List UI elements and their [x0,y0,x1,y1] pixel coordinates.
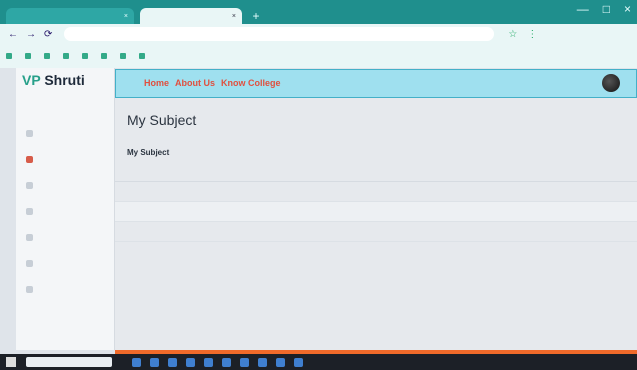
app-icon[interactable] [150,357,159,367]
bookmark-icon [82,53,88,59]
section-title: My Subject [127,148,170,157]
bookmark[interactable] [82,53,91,59]
app-icon[interactable] [276,357,285,367]
app-icon[interactable] [204,357,213,367]
menu-icon [26,259,33,267]
app-icon[interactable] [132,357,141,367]
app-icon[interactable] [168,357,177,367]
top-nav-links: Home About Us Know College [144,78,281,88]
sidebar-item-6[interactable] [26,250,106,276]
app-icon[interactable] [294,357,303,367]
table-row [115,222,637,242]
browser-tabs: × × + [0,0,637,24]
menu-icon[interactable]: ⋮ [527,29,537,40]
windows-start-icon[interactable] [6,357,16,367]
bookmark[interactable] [139,53,148,59]
minimize-button[interactable]: — [577,2,589,16]
bookmark-icon [120,53,126,59]
main-content: My Subject My Subject [115,98,637,350]
menu-icon [26,181,33,189]
brand-vp: VP [22,72,41,88]
page-title: My Subject [127,112,197,128]
browser-tab-1[interactable]: × [6,8,134,24]
top-navigation-bar: Home About Us Know College [115,69,637,98]
window-controls: — □ × [577,2,631,16]
nav-link-home[interactable]: Home [144,78,169,88]
app-icon[interactable] [222,357,231,367]
sidebar-item-5[interactable] [26,224,106,250]
bookmark[interactable] [6,53,15,59]
taskbar [0,354,637,370]
app-icon[interactable] [258,357,267,367]
table-row [115,202,637,222]
sidebar-item-4[interactable] [26,198,106,224]
close-tab-icon[interactable]: × [116,13,128,20]
browser-tools: ☆ ⋮ [508,29,537,40]
bookmark[interactable] [63,53,72,59]
menu-icon [26,155,33,163]
bookmark[interactable] [101,53,110,59]
bookmark[interactable] [120,53,129,59]
sidebar-item-3[interactable] [26,172,106,198]
menu-icon [26,129,33,137]
user-profile[interactable] [602,74,626,92]
table-row [115,182,637,202]
bookmark-icon [6,53,12,59]
menu-icon [26,233,33,241]
close-window-button[interactable]: × [624,2,631,16]
forward-button[interactable]: → [26,29,36,40]
sidebar-item-7[interactable] [26,276,106,302]
avatar[interactable] [602,74,620,92]
table-header [115,162,637,182]
bookmark-icon [101,53,107,59]
menu-icon [26,285,33,293]
bookmark-icon [25,53,31,59]
brand-logo[interactable]: VP Shruti [22,72,85,88]
bookmark-star-icon[interactable]: ☆ [508,29,517,40]
reload-button[interactable]: ⟳ [44,29,52,40]
bookmark[interactable] [44,53,53,59]
sidebar-item-1[interactable] [26,120,106,146]
app-icon[interactable] [186,357,195,367]
nav-link-know-college[interactable]: Know College [221,78,281,88]
menu-icon [26,207,33,215]
taskbar-search-input[interactable] [26,357,112,367]
navigation-buttons: ← → ⟳ [8,29,52,40]
app-icon[interactable] [240,357,249,367]
nav-link-about-us[interactable]: About Us [175,78,215,88]
sidebar: VP Shruti [16,68,115,350]
brand-name: Shruti [44,72,85,88]
bookmark[interactable] [25,53,34,59]
address-row: ← → ⟳ ☆ ⋮ [0,24,637,44]
new-tab-button[interactable]: + [248,8,264,24]
back-button[interactable]: ← [8,29,18,40]
sidebar-item-2[interactable] [26,146,106,172]
maximize-button[interactable]: □ [603,2,610,16]
browser-tab-2[interactable]: × [140,8,242,24]
subject-table [115,162,637,242]
bookmark-icon [63,53,69,59]
bookmark-icon [44,53,50,59]
sidebar-menu [26,120,106,302]
close-tab-icon[interactable]: × [224,13,236,20]
address-bar[interactable] [64,27,495,41]
bookmarks-bar [0,44,637,68]
taskbar-apps [132,357,303,367]
bookmark-icon [139,53,145,59]
